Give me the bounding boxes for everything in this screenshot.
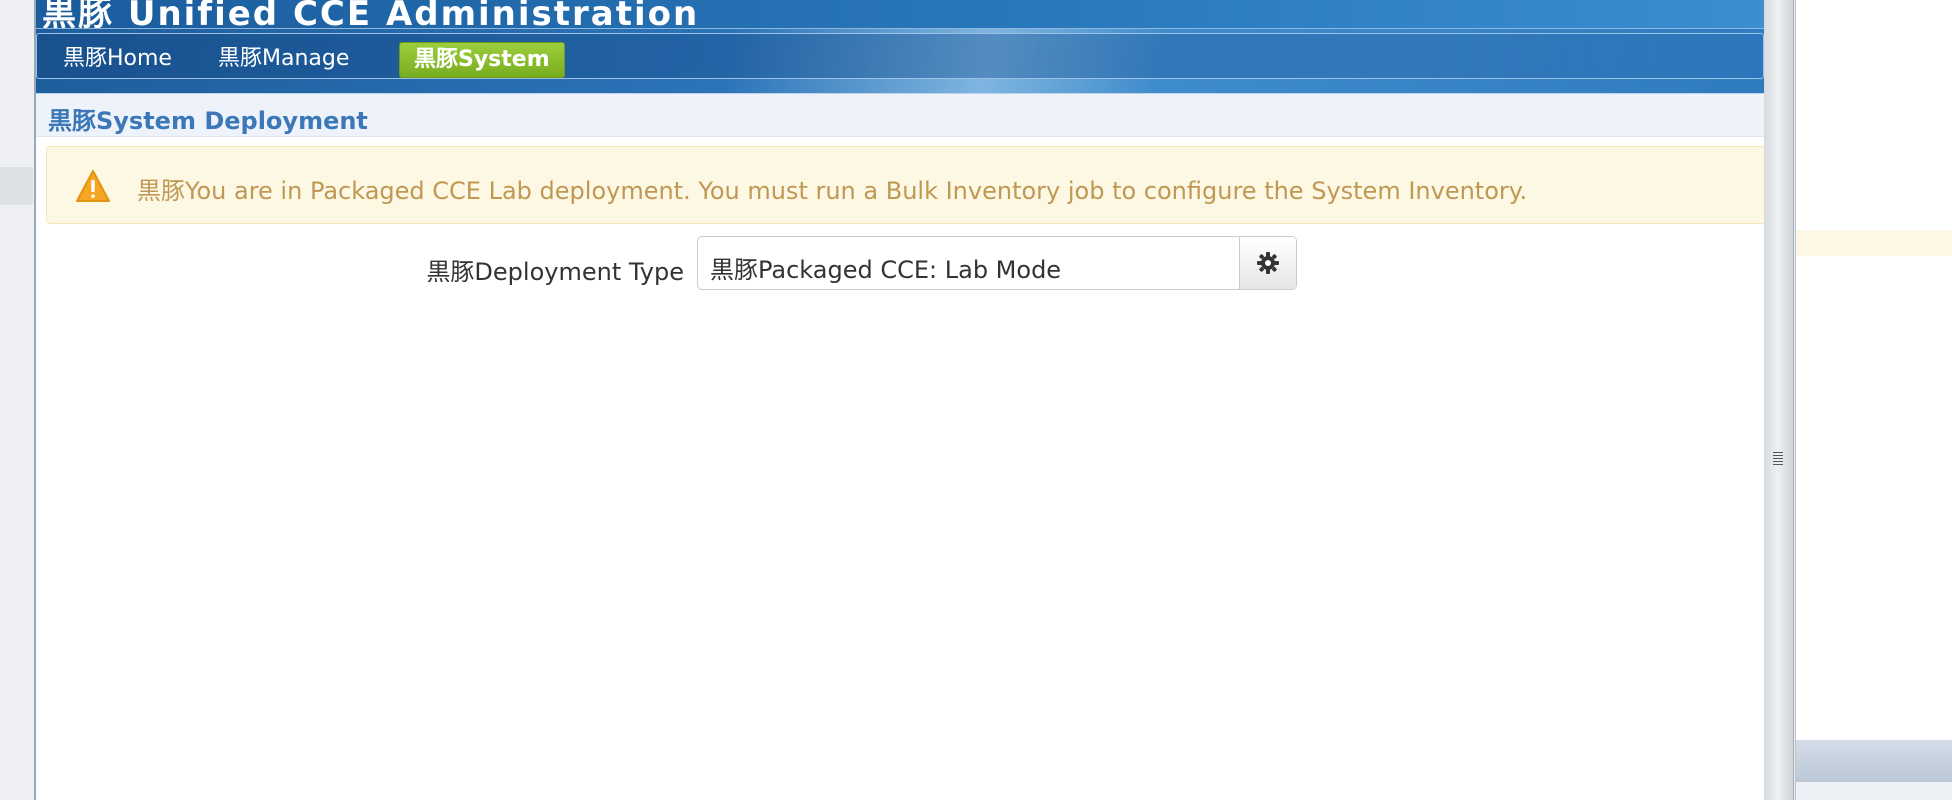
right-panel-bottom-bar (1796, 740, 1952, 782)
alert-message: 黒豚You are in Packaged CCE Lab deployment… (137, 177, 1528, 205)
deployment-type-edit-button[interactable] (1239, 237, 1296, 289)
warning-icon (76, 170, 110, 202)
window-splitter[interactable] (1762, 0, 1794, 800)
background-left-panel (0, 0, 35, 800)
nav-item-home[interactable]: 黒豚Home (49, 42, 186, 76)
window-titlebar: 黒豚 Unified CCE Administration (36, 0, 1764, 28)
background-right-panel (1795, 0, 1952, 800)
left-panel-tab[interactable] (0, 167, 33, 205)
gear-icon (1257, 252, 1279, 274)
deployment-type-field: 黒豚Packaged CCE: Lab Mode (697, 236, 1297, 290)
splitter-grip-icon[interactable] (1773, 452, 1783, 466)
warning-alert: 黒豚You are in Packaged CCE Lab deployment… (46, 146, 1764, 224)
main-navbar: 黒豚Home 黒豚Manage 黒豚System (36, 28, 1764, 95)
nav-item-manage[interactable]: 黒豚Manage (204, 42, 363, 76)
right-panel-bottom-strip (1796, 782, 1952, 800)
nav-bar-inner: 黒豚Home 黒豚Manage 黒豚System (36, 33, 1764, 79)
screen: 黒豚 Unified CCE Administration 黒豚Home 黒豚M… (0, 0, 1952, 800)
nav-item-system[interactable]: 黒豚System (399, 42, 565, 78)
section-header: 黒豚System Deployment (36, 94, 1764, 137)
admin-window: 黒豚 Unified CCE Administration 黒豚Home 黒豚M… (34, 0, 1764, 800)
deployment-type-label: 黒豚Deployment Type (426, 258, 684, 286)
right-panel-highlight-row (1796, 230, 1952, 256)
window-title: 黒豚 Unified CCE Administration (42, 0, 700, 28)
section-title: 黒豚System Deployment (48, 107, 368, 135)
deployment-type-value: 黒豚Packaged CCE: Lab Mode (710, 256, 1062, 284)
